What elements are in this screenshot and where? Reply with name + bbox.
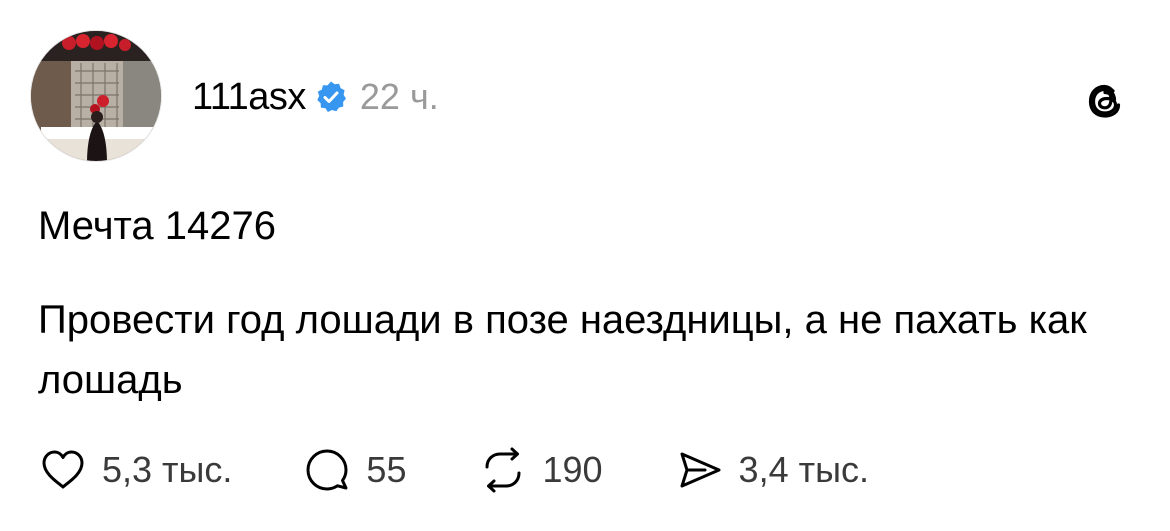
repost-count: 190 xyxy=(542,449,603,490)
post-body: Провести год лошади в позе наездницы, а … xyxy=(38,298,1087,402)
share-count: 3,4 тыс. xyxy=(738,449,869,490)
share-button[interactable]: 3,4 тыс. xyxy=(675,445,869,495)
heart-icon xyxy=(38,445,88,495)
post-actions: 5,3 тыс. 55 190 3,4 тыс. xyxy=(38,440,869,500)
verified-badge-icon xyxy=(314,80,348,114)
post-header: 111asx 22 ч. xyxy=(192,72,439,122)
comment-icon xyxy=(302,445,352,495)
username[interactable]: 111asx xyxy=(192,76,306,119)
reply-count: 55 xyxy=(366,449,407,490)
repost-button[interactable]: 190 xyxy=(478,445,603,495)
repost-icon xyxy=(478,445,528,495)
threads-post: 111asx 22 ч. Мечта 14276 Провести год ло… xyxy=(0,0,1170,531)
send-icon xyxy=(675,445,725,495)
like-count: 5,3 тыс. xyxy=(102,449,233,490)
post-title: Мечта 14276 xyxy=(38,204,276,248)
avatar[interactable] xyxy=(30,30,162,162)
like-button[interactable]: 5,3 тыс. xyxy=(38,445,232,495)
post-time: 22 ч. xyxy=(359,76,439,117)
avatar-image xyxy=(31,31,161,161)
threads-logo-icon[interactable] xyxy=(1082,78,1128,124)
reply-button[interactable]: 55 xyxy=(302,445,406,495)
